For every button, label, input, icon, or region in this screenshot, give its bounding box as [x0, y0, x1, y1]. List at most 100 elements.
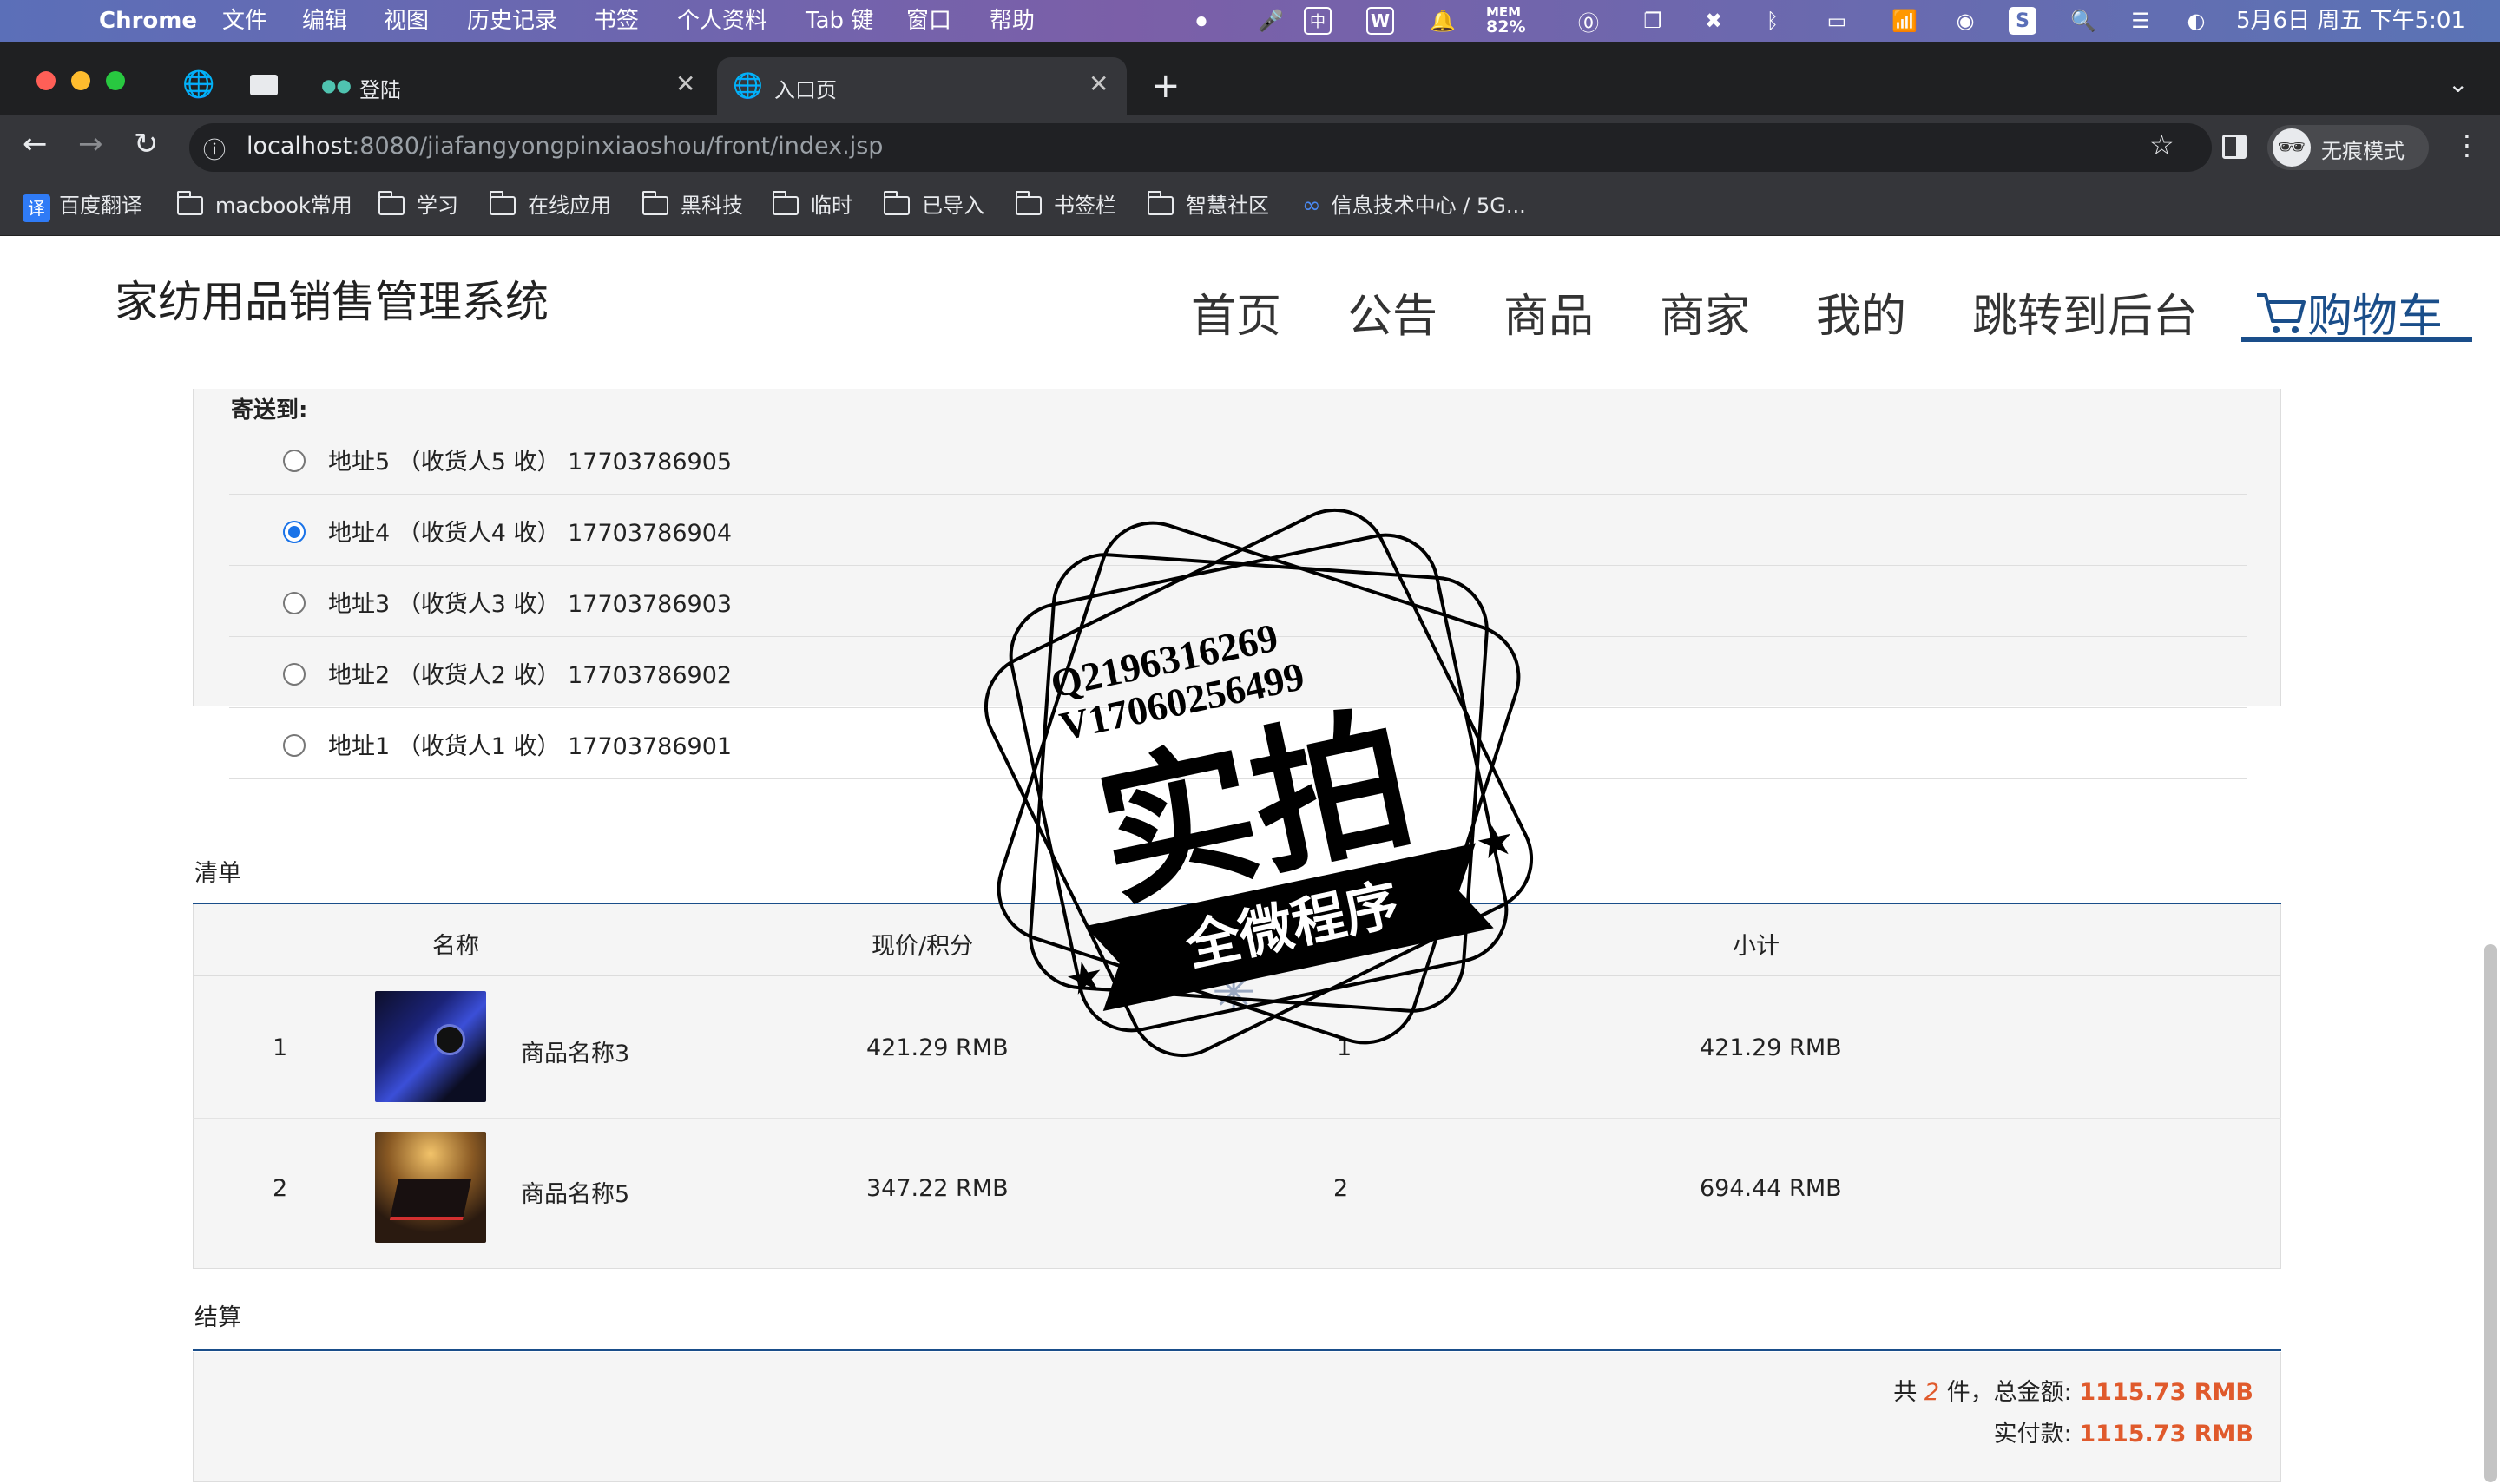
nav-merchants[interactable]: 商家	[1660, 279, 1750, 345]
input-method-icon[interactable]: 中	[1304, 7, 1332, 35]
tab-pinned-globe[interactable]: 🌐	[174, 57, 219, 115]
bookmark-baidu-translate[interactable]: 译百度翻译	[23, 188, 142, 223]
nav-announcements[interactable]: 公告	[1347, 279, 1438, 345]
address-radio[interactable]	[283, 592, 306, 614]
paid-label: 实付款:	[1993, 1421, 2072, 1448]
menu-window[interactable]: 窗口	[906, 5, 951, 36]
new-tab-button[interactable]: +	[1151, 66, 1181, 106]
infinity-icon: ∞	[1302, 193, 1321, 219]
address-radio[interactable]	[283, 734, 306, 757]
bookmark-folder-study[interactable]: 学习	[378, 188, 458, 223]
bookmark-folder-online-apps[interactable]: 在线应用	[490, 188, 611, 223]
menubar-clock[interactable]: 5月6日 周五 下午5:01	[2236, 5, 2465, 36]
bookmark-label: 已导入	[922, 194, 984, 218]
bookmark-folder-community[interactable]: 智慧社区	[1148, 188, 1269, 223]
address-option[interactable]: 地址2 （收货人2 收） 17703786902	[229, 637, 2247, 708]
menu-history[interactable]: 历史记录	[467, 5, 557, 36]
url-host: localhost	[247, 133, 352, 160]
window-zoom-button[interactable]	[106, 71, 125, 90]
bookmark-folder-macbook[interactable]: macbook常用	[177, 188, 352, 223]
notification-icon[interactable]: 🔔	[1429, 7, 1457, 35]
settlement-panel	[193, 1352, 2281, 1482]
crossover-icon[interactable]: ✖	[1700, 7, 1727, 35]
address-radio-selected[interactable]	[283, 521, 306, 543]
nav-cart-label: 购物车	[2307, 291, 2444, 343]
tab-login[interactable]: ●● 登陆 ✕	[304, 57, 712, 115]
nav-products[interactable]: 商品	[1503, 279, 1594, 345]
close-tab-icon[interactable]: ✕	[675, 69, 695, 98]
bookmark-folder-temp[interactable]: 临时	[773, 188, 852, 223]
nav-mine[interactable]: 我的	[1816, 279, 1906, 345]
bookmark-info-center[interactable]: ∞ 信息技术中心 / 5G...	[1302, 188, 1526, 223]
site-title[interactable]: 家纺用品销售管理系统	[115, 267, 549, 330]
product-thumbnail[interactable]	[375, 1132, 486, 1243]
control-center-icon[interactable]: ☰	[2127, 7, 2155, 35]
bookmark-star-icon[interactable]: ☆	[2149, 128, 2174, 161]
siri-icon[interactable]: ◐	[2182, 7, 2210, 35]
unit-price: 347.22 RMB	[866, 1175, 1009, 1202]
bookmark-folder-imported[interactable]: 已导入	[884, 188, 984, 223]
side-panel-icon[interactable]	[2222, 135, 2247, 159]
wps-icon[interactable]: W	[1366, 7, 1394, 35]
camera-lens-graphic	[434, 1024, 465, 1055]
back-arrow-icon[interactable]: ←	[23, 127, 48, 161]
folder-icon	[1016, 191, 1042, 215]
address-option[interactable]: 地址3 （收货人3 收） 17703786903	[229, 566, 2247, 637]
close-tab-icon[interactable]: ✕	[1089, 69, 1109, 98]
tab-entry-label: 入口页	[774, 78, 837, 102]
url-text[interactable]: localhost:8080/jiafangyongpinxiaoshou/fr…	[247, 133, 883, 160]
menu-bookmarks[interactable]: 书签	[594, 5, 639, 36]
address-text: 地址3 （收货人3 收） 17703786903	[328, 591, 733, 618]
window-close-button[interactable]	[36, 71, 56, 90]
total-amount: 1115.73 RMB	[2079, 1379, 2253, 1406]
bluetooth-icon[interactable]: ᛒ	[1759, 7, 1786, 35]
site-info-icon[interactable]: ⓘ	[203, 133, 226, 165]
translate-icon: 译	[23, 194, 50, 222]
col-header-qty: 数量	[1302, 933, 1349, 960]
address-option[interactable]: 地址5 （收货人5 收） 17703786905	[229, 424, 2247, 495]
nav-cart-link[interactable]: 购物车	[2255, 279, 2443, 345]
bookmark-label: 黑科技	[681, 194, 743, 218]
product-name[interactable]: 商品名称3	[521, 1034, 629, 1068]
memory-monitor[interactable]: MEM 82%	[1486, 5, 1525, 36]
menu-profile[interactable]: 个人资料	[677, 5, 767, 36]
address-option[interactable]: 地址4 （收货人4 收） 17703786904	[229, 495, 2247, 566]
reload-icon[interactable]: ↻	[134, 127, 159, 161]
search-icon[interactable]: 🔍	[2069, 7, 2097, 35]
record-icon[interactable]: ⏺	[1188, 7, 1215, 35]
bookmark-folder-tech[interactable]: 黑科技	[642, 188, 743, 223]
s-app-icon[interactable]: S	[2009, 7, 2036, 35]
bookmark-folder-bar[interactable]: 书签栏	[1016, 188, 1116, 223]
tab-entry-active[interactable]: 🌐 入口页 ✕	[717, 57, 1127, 115]
address-option[interactable]: 地址1 （收货人1 收） 17703786901	[229, 708, 2247, 779]
bookmark-label: 百度翻译	[59, 194, 142, 218]
nav-admin[interactable]: 跳转到后台	[1972, 279, 2198, 345]
tab-search-chevron-icon[interactable]: ⌄	[2448, 69, 2468, 98]
menu-view[interactable]: 视图	[384, 5, 429, 36]
product-thumbnail[interactable]	[375, 991, 486, 1102]
address-radio[interactable]	[283, 663, 306, 686]
battery-icon[interactable]: ▭	[1814, 7, 1859, 35]
nav-home[interactable]: 首页	[1191, 279, 1281, 345]
paid-line: 实付款: 1115.73 RMB	[1994, 1415, 2253, 1448]
user-icon[interactable]: ◉	[1951, 7, 1979, 35]
window-switch-icon[interactable]: ❐	[1639, 7, 1667, 35]
menu-edit[interactable]: 编辑	[302, 5, 347, 36]
product-name[interactable]: 商品名称5	[521, 1175, 629, 1209]
menu-help[interactable]: 帮助	[990, 5, 1035, 36]
address-radio[interactable]	[283, 450, 306, 472]
menu-app-name[interactable]: Chrome	[99, 5, 197, 36]
wifi-icon[interactable]: 📶	[1891, 7, 1918, 35]
onepassword-icon[interactable]: ⓪	[1575, 7, 1602, 36]
menu-tab[interactable]: Tab 键	[806, 5, 873, 36]
incognito-profile-button[interactable]: 🕶 无痕模式	[2267, 125, 2429, 170]
window-minimize-button[interactable]	[71, 71, 90, 90]
menu-file[interactable]: 文件	[222, 5, 267, 36]
settle-section-rule	[193, 1349, 2281, 1351]
browser-menu-icon[interactable]: ⋮	[2453, 128, 2481, 161]
forward-arrow-icon[interactable]: →	[78, 127, 103, 161]
folder-icon	[884, 191, 910, 215]
page-scrollbar-thumb[interactable]	[2484, 944, 2497, 1482]
microphone-icon[interactable]: 🎤	[1257, 7, 1285, 35]
tab-pinned-blank[interactable]	[234, 57, 286, 115]
